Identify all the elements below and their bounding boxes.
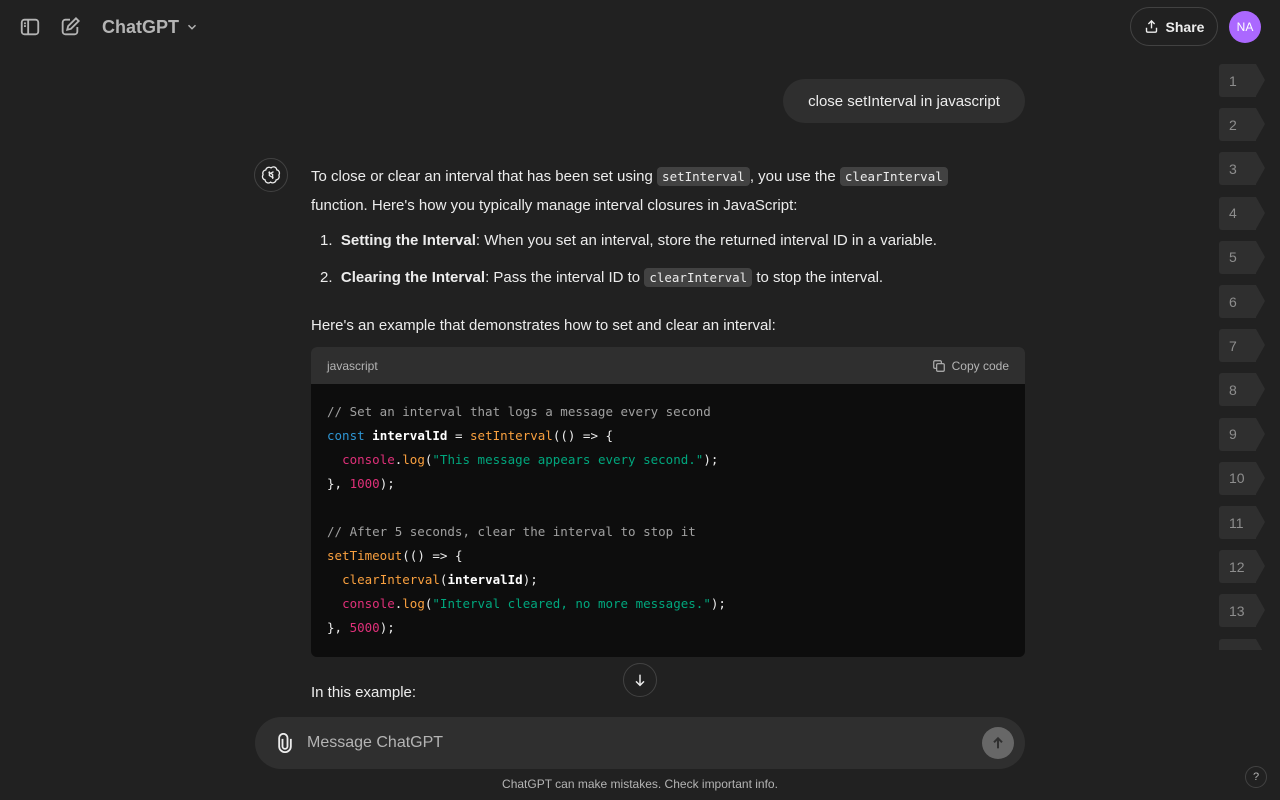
copy-icon [932,359,945,372]
message-index-3[interactable]: 3 [1219,152,1265,186]
message-composer [255,717,1025,769]
inline-code-setinterval: setInterval [657,167,750,186]
list-item-text: : When you set an interval, store the re… [475,232,937,249]
code-body: // Set an interval that logs a message e… [311,384,1025,656]
assistant-intro-line1: To close or clear an interval that has b… [311,167,948,186]
copy-code-button[interactable]: Copy code [932,359,1009,373]
in-example-text: In this example: [311,684,417,701]
disclaimer-text: ChatGPT can make mistakes. Check importa… [502,777,778,791]
send-button[interactable] [982,727,1014,759]
code-block-header: javascript Copy code [311,347,1025,384]
message-index-2[interactable]: 2 [1219,108,1265,142]
arrow-down-icon [635,674,645,687]
copy-code-label: Copy code [951,358,1009,373]
code-line: setTimeout(() => { [327,548,463,563]
list-item-2: 2. Clearing the Interval: Pass the inter… [320,268,884,287]
message-input[interactable] [307,729,967,757]
chatgpt-logo-icon [254,158,288,192]
message-index-1[interactable]: 1 [1219,64,1265,97]
sidebar-toggle-icon[interactable] [17,14,43,40]
assistant-intro-line2: function. Here's how you typically manag… [311,197,798,214]
model-name: ChatGPT [102,16,180,37]
message-index-12[interactable]: 12 [1219,550,1265,584]
message-index-5[interactable]: 5 [1219,240,1265,274]
message-index-partial[interactable] [1219,638,1265,650]
list-item-title: Setting the Interval [340,232,476,249]
chevron-down-icon [188,24,197,30]
message-index-8[interactable]: 8 [1219,373,1265,407]
code-block: javascript Copy code // Set an interval … [311,347,1025,657]
share-icon [1145,19,1157,33]
intro-text-b: , you use the [749,168,840,185]
message-index-6[interactable]: 6 [1219,285,1265,318]
intro-text-a: To close or clear an interval that has b… [311,168,658,185]
share-button[interactable]: Share [1130,7,1218,46]
paperclip-icon[interactable] [273,731,297,755]
code-line: }, 5000); [327,620,395,635]
list-item-title: Clearing the Interval [340,269,486,286]
message-index-strip: 1 2 3 4 5 6 7 8 9 10 11 12 13 [1219,64,1267,650]
code-line: const intervalId = setInterval(() => { [327,428,614,443]
code-line: // After 5 seconds, clear the interval t… [327,524,696,539]
list-item-text: : Pass the interval ID to [485,269,645,286]
message-index-4[interactable]: 4 [1219,196,1265,230]
list-item-text: to stop the interval. [752,269,884,286]
code-line: }, 1000); [327,476,395,491]
share-label: Share [1165,18,1205,35]
code-line: clearInterval(intervalId); [342,572,538,587]
user-avatar[interactable]: NA [1229,11,1261,43]
list-number: 1. [320,232,333,249]
message-index-7[interactable]: 7 [1219,329,1265,363]
top-header: ChatGPT Share NA [0,0,1280,54]
code-line: // Set an interval that logs a message e… [327,404,711,419]
model-selector[interactable]: ChatGPT [102,15,199,39]
code-line: console.log("Interval cleared, no more m… [342,596,726,611]
message-index-13[interactable]: 13 [1219,594,1265,628]
arrow-up-icon [993,736,1003,749]
message-index-11[interactable]: 11 [1219,506,1265,539]
message-index-9[interactable]: 9 [1219,417,1265,451]
inline-code-clearinterval: clearInterval [644,268,753,287]
scroll-down-button[interactable] [623,663,657,697]
list-number: 2. [320,269,333,286]
message-index-10[interactable]: 10 [1219,461,1265,495]
user-message-bubble: close setInterval in javascript [783,79,1025,123]
example-intro: Here's an example that demonstrates how … [311,317,776,334]
inline-code-clearinterval: clearInterval [839,167,948,186]
help-button[interactable]: ? [1245,766,1267,788]
list-item-1: 1. Setting the Interval: When you set an… [320,232,937,249]
code-line: console.log("This message appears every … [342,452,719,467]
new-chat-icon[interactable] [57,14,83,40]
code-language: javascript [327,358,378,373]
